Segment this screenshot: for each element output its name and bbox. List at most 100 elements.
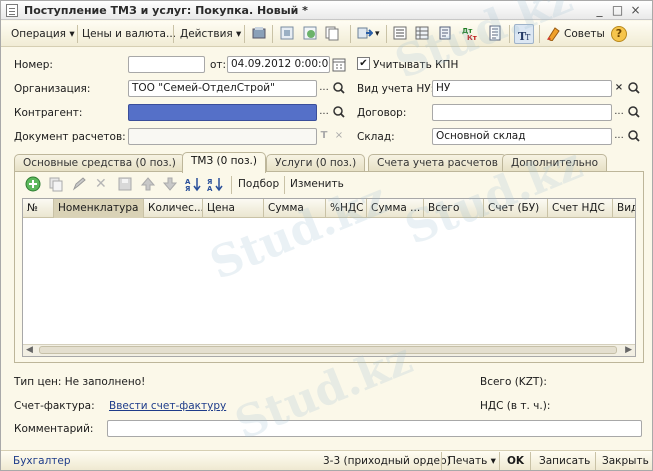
order-button[interactable]: 3-3 (приходный ордер) (323, 455, 451, 467)
print-menu[interactable]: Печать ▾ (448, 455, 496, 467)
help-icon[interactable]: ? (611, 26, 627, 42)
column-quantity[interactable]: Количес... (144, 199, 203, 218)
title-bar: Поступление ТМЗ и услуг: Покупка. Новый … (1, 1, 652, 20)
journal-icon[interactable] (437, 25, 453, 41)
invoice-label: Счет-фактура: (14, 400, 95, 412)
actions-menu[interactable]: Действия ▾ (180, 25, 241, 43)
settlement-document-field[interactable] (128, 128, 317, 145)
document-icon (6, 4, 18, 17)
close-icon[interactable]: × (628, 3, 643, 17)
column-price[interactable]: Цена (203, 199, 264, 218)
contract-select-button[interactable]: ... (612, 104, 626, 121)
debit-credit-icon[interactable]: ДтКт (462, 25, 478, 41)
column-account-vat[interactable]: Счет НДС (548, 199, 613, 218)
enter-invoice-link[interactable]: Ввести счет-фактуру (109, 400, 226, 412)
minimize-icon[interactable]: _ (592, 3, 607, 17)
main-toolbar: Операция ▾ Цены и валюта... Действия ▾ ▾… (1, 21, 652, 47)
structure-icon[interactable] (357, 25, 373, 41)
unpost-icon[interactable] (279, 25, 295, 41)
structure-dropdown-icon[interactable]: ▾ (375, 25, 380, 43)
table-header: № Номенклатура Количес... Цена Сумма %НД… (23, 199, 635, 218)
change-button[interactable]: Изменить (290, 175, 344, 193)
organization-field[interactable]: ТОО "Семей-ОтделСтрой" (128, 80, 317, 97)
date-label: от: (210, 59, 227, 71)
tax-accounting-field[interactable]: НУ (432, 80, 612, 97)
price-type-label: Тип цен: Не заполнено! (14, 376, 146, 388)
scroll-thumb[interactable] (39, 346, 617, 354)
contractor-open-icon[interactable] (332, 104, 346, 121)
copy-icon[interactable] (324, 25, 340, 41)
refresh-icon[interactable] (302, 25, 318, 41)
warehouse-open-icon[interactable] (627, 128, 641, 145)
warehouse-select-button[interactable]: ... (612, 128, 626, 145)
tab-services[interactable]: Услуги (0 поз.) (266, 154, 366, 172)
save-row-icon[interactable] (117, 176, 133, 192)
add-row-icon[interactable] (25, 176, 41, 192)
kpn-checkbox[interactable]: ✔ (357, 57, 370, 70)
contractor-field[interactable] (128, 104, 317, 121)
list-icon[interactable] (392, 25, 408, 41)
inventory-table: № Номенклатура Количес... Цена Сумма %НД… (22, 198, 636, 357)
calendar-icon[interactable] (332, 57, 346, 72)
contract-open-icon[interactable] (627, 104, 641, 121)
prices-currency-button[interactable]: Цены и валюта... (82, 25, 176, 43)
column-vat-rate[interactable]: %НДС (326, 199, 367, 218)
contractor-select-button[interactable]: ... (317, 104, 331, 121)
selection-button[interactable]: Подбор (238, 175, 279, 193)
column-nomenclature[interactable]: Номенклатура (54, 199, 144, 218)
tax-accounting-label: Вид учета НУ: (357, 83, 435, 95)
vat-label: НДС (в т. ч.): (480, 400, 551, 412)
close-button[interactable]: Закрыть (602, 455, 649, 467)
copy-row-icon[interactable] (48, 176, 64, 192)
tab-additional[interactable]: Дополнительно (502, 154, 608, 172)
column-sum[interactable]: Сумма (264, 199, 326, 218)
font-size-icon: TT (518, 30, 531, 43)
post-document-icon[interactable] (251, 25, 267, 41)
maximize-icon[interactable]: □ (610, 3, 625, 17)
tax-accounting-clear-button[interactable]: × (612, 80, 626, 97)
horizontal-scrollbar[interactable]: ◀ ▶ (23, 344, 635, 356)
column-vat-sum[interactable]: Сумма ... (367, 199, 424, 218)
scroll-right-icon[interactable]: ▶ (625, 345, 632, 355)
sort-ascending-icon[interactable]: АЯ (185, 176, 201, 192)
edit-row-icon[interactable] (71, 176, 87, 192)
comment-field[interactable] (107, 420, 642, 437)
tab-settlement-accounts[interactable]: Счета учета расчетов (368, 154, 507, 172)
report-icon[interactable] (487, 25, 503, 41)
font-toggle[interactable]: TT (514, 24, 534, 44)
tab-inventory[interactable]: ТМЗ (0 поз.) (182, 152, 266, 173)
svg-text:Кт: Кт (467, 34, 478, 41)
organization-open-icon[interactable] (332, 80, 346, 97)
table-icon[interactable] (414, 25, 430, 41)
delete-row-icon[interactable]: ✕ (95, 175, 107, 193)
scroll-left-icon[interactable]: ◀ (26, 345, 33, 355)
number-label: Номер: (14, 59, 53, 71)
bottom-bar: Бухгалтер 3-3 (приходный ордер) Печать ▾… (1, 450, 652, 470)
svg-text:T: T (525, 33, 531, 42)
tax-accounting-open-icon[interactable] (627, 80, 641, 97)
move-up-icon[interactable] (140, 176, 156, 192)
ok-button[interactable]: OK (507, 455, 524, 467)
column-account-bu[interactable]: Счет (БУ) (484, 199, 548, 218)
accountant-link[interactable]: Бухгалтер (13, 455, 71, 467)
type-icon[interactable]: T (317, 128, 331, 145)
operation-menu[interactable]: Операция ▾ (11, 25, 75, 43)
date-field[interactable]: 04.09.2012 0:00:00 (227, 56, 330, 73)
contract-field[interactable] (432, 104, 612, 121)
column-total[interactable]: Всего (424, 199, 484, 218)
column-type[interactable]: Вид (613, 199, 635, 218)
tips-icon (547, 27, 560, 41)
sort-descending-icon[interactable]: ЯА (207, 176, 223, 192)
settlement-document-clear-button[interactable]: × (332, 128, 346, 145)
warehouse-field[interactable]: Основной склад (432, 128, 612, 145)
tips-button[interactable]: Советы (564, 25, 605, 43)
contractor-label: Контрагент: (14, 107, 83, 119)
warehouse-label: Склад: (357, 131, 395, 143)
column-number[interactable]: № (23, 199, 54, 218)
organization-select-button[interactable]: ... (317, 80, 331, 97)
tab-fixed-assets[interactable]: Основные средства (0 поз.) (14, 154, 185, 172)
move-down-icon[interactable] (162, 176, 178, 192)
number-field[interactable] (128, 56, 205, 73)
save-button[interactable]: Записать (539, 455, 590, 467)
tab-strip: Основные средства (0 поз.) ТМЗ (0 поз.) … (14, 152, 644, 173)
